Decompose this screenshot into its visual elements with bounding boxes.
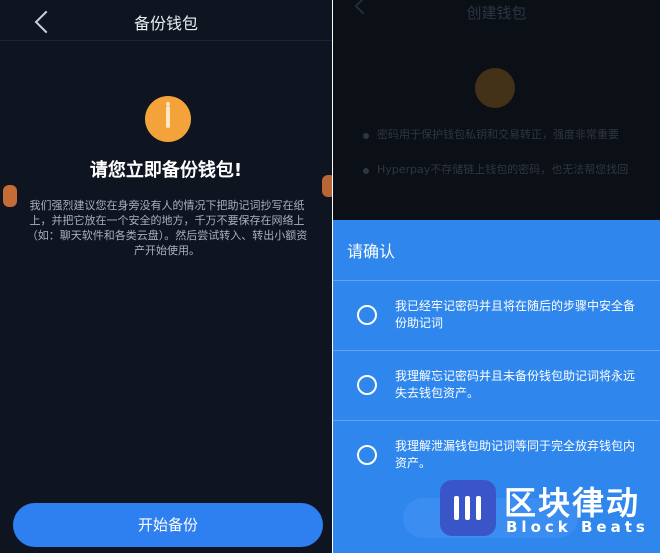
confirm-option-text: 我已经牢记密码并且将在随后的步骤中安全备份助记词 xyxy=(395,299,636,330)
info-icon xyxy=(475,68,515,108)
bullet-dot xyxy=(363,133,369,139)
lantern-decoration xyxy=(3,185,17,207)
confirm-dialog-screen: 创建钱包 密码用于保护钱包私钥和交易转正，强度非常重要 Hyperpay不存储链… xyxy=(333,0,660,553)
start-backup-button[interactable]: 开始备份 xyxy=(13,503,323,547)
backup-description: 我们强烈建议您在身旁没有人的情况下把助记词抄写在纸上，并把它放在一个安全的地方，… xyxy=(26,199,308,257)
warning-heading: 请您立即备份钱包! xyxy=(89,160,243,181)
top-bar: 备份钱包 xyxy=(0,0,332,41)
page-title: 创建钱包 xyxy=(466,4,527,22)
dialog-title: 请确认 xyxy=(347,242,396,261)
watermark-english-text: Block Beats xyxy=(506,518,649,536)
backup-wallet-screen: 备份钱包 请您立即备份钱包! 我们强烈建议您在身旁没有人的情况下把助记词抄写在纸… xyxy=(0,0,332,553)
background-bullet-text: Hyperpay不存储链上钱包的密码，也无法帮您找回 xyxy=(377,163,629,176)
background-bullet-text: 密码用于保护钱包私钥和交易转正，强度非常重要 xyxy=(377,128,619,141)
page-title: 备份钱包 xyxy=(133,14,198,33)
confirm-option[interactable]: 我已经牢记密码并且将在随后的步骤中安全备份助记词 xyxy=(333,280,660,351)
radio-button[interactable] xyxy=(357,305,377,325)
confirm-option-text: 我理解忘记密码并且未备份钱包助记词将永远失去钱包资产。 xyxy=(395,369,636,400)
blockbeats-watermark: 区块律动 Block Beats xyxy=(440,472,660,553)
bullet-dot xyxy=(363,168,369,174)
blockbeats-logo-icon xyxy=(440,480,496,536)
info-icon xyxy=(145,96,191,142)
radio-button[interactable] xyxy=(357,445,377,465)
confirm-option-text: 我理解泄漏钱包助记词等同于完全放弃钱包内资产。 xyxy=(395,439,636,470)
radio-button[interactable] xyxy=(357,375,377,395)
confirm-option[interactable]: 我理解忘记密码并且未备份钱包助记词将永远失去钱包资产。 xyxy=(333,350,660,421)
